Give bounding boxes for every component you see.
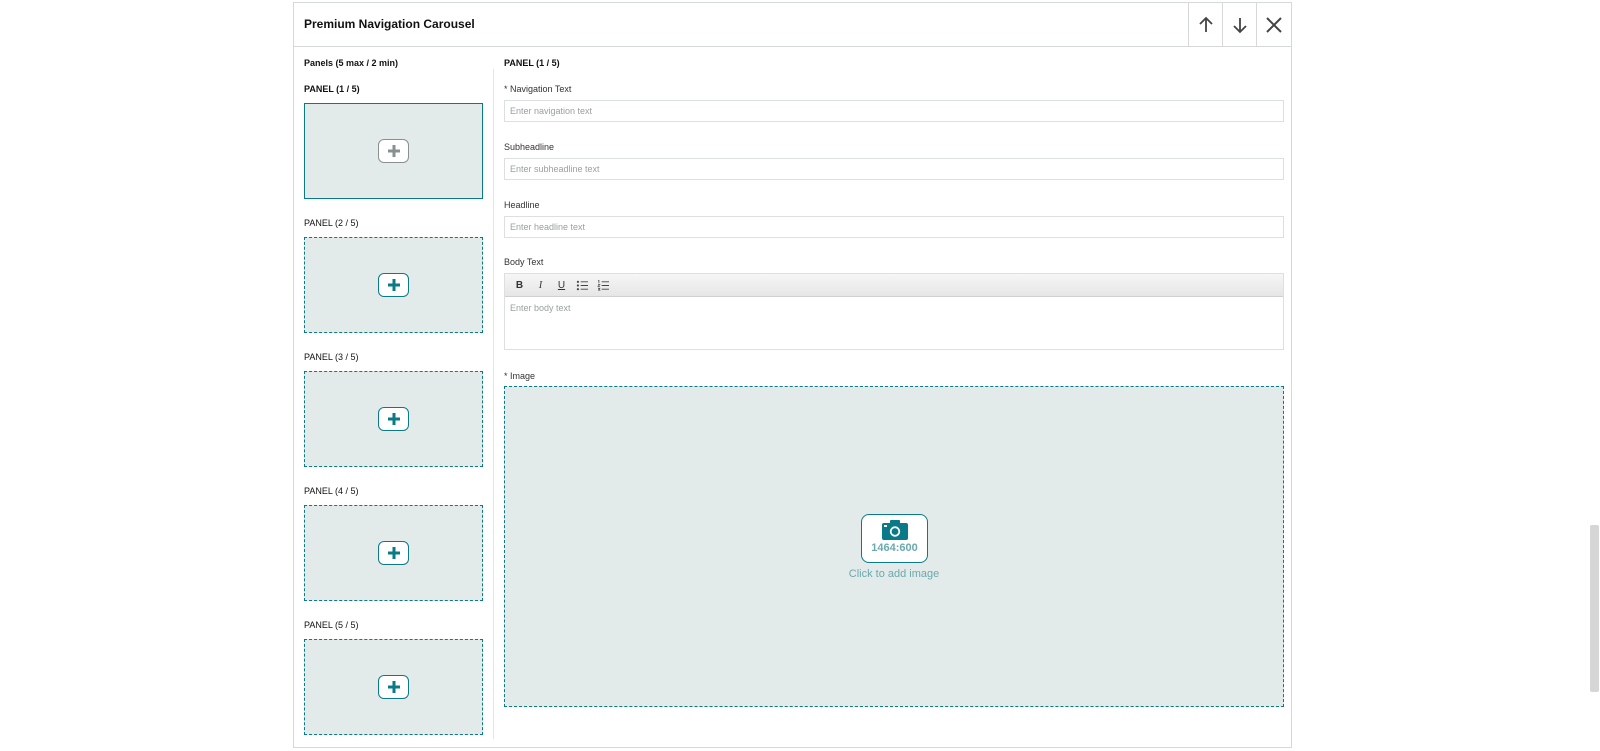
editor-heading: PANEL (1 / 5)	[504, 58, 560, 68]
panel-label-1: PANEL (1 / 5)	[304, 84, 360, 94]
panel-label-3: PANEL (3 / 5)	[304, 352, 359, 362]
image-dropzone[interactable]: 1464:600 Click to add image	[504, 386, 1284, 707]
premium-navigation-carousel-module: Premium Navigation Carousel Panels (5 ma…	[293, 2, 1292, 748]
panels-heading: Panels (5 max / 2 min)	[304, 58, 399, 68]
subheadline-label: Subheadline	[504, 142, 555, 152]
add-image-text: Click to add image	[848, 568, 940, 580]
navigation-text-input[interactable]	[504, 100, 1284, 122]
panel-label-5: PANEL (5 / 5)	[304, 620, 359, 630]
add-panel-5-button[interactable]	[378, 675, 409, 699]
body-text-input[interactable]: Enter body text	[505, 297, 1283, 319]
bold-button[interactable]: B	[511, 277, 528, 293]
headline-input[interactable]	[504, 216, 1284, 238]
close-button[interactable]	[1256, 3, 1291, 46]
camera-icon	[881, 520, 908, 540]
bullet-list-button[interactable]	[574, 277, 591, 293]
arrow-up-icon	[1199, 16, 1213, 32]
plus-icon	[387, 145, 400, 157]
arrow-down-icon	[1233, 17, 1247, 33]
subheadline-input[interactable]	[504, 158, 1284, 180]
underline-button[interactable]: U	[553, 277, 570, 293]
move-down-button[interactable]	[1222, 3, 1257, 46]
close-icon	[1266, 16, 1282, 33]
add-panel-1-button[interactable]	[378, 139, 409, 163]
numbered-list-icon	[597, 279, 609, 290]
module-title: Premium Navigation Carousel	[304, 17, 475, 31]
panel-label-2: PANEL (2 / 5)	[304, 218, 359, 228]
body-text-editor: B I U Enter body text	[504, 273, 1284, 350]
panel-thumb-4[interactable]	[304, 505, 483, 601]
panel-thumb-5[interactable]	[304, 639, 483, 735]
column-divider	[493, 69, 494, 739]
move-up-button[interactable]	[1188, 3, 1223, 46]
image-ratio: 1464:600	[871, 542, 918, 554]
plus-icon	[387, 547, 400, 559]
add-panel-3-button[interactable]	[378, 407, 409, 431]
panel-thumb-3[interactable]	[304, 371, 483, 467]
add-panel-2-button[interactable]	[378, 273, 409, 297]
plus-icon	[387, 681, 400, 693]
panel-thumb-1[interactable]	[304, 103, 483, 199]
image-upload-button[interactable]: 1464:600	[861, 514, 928, 563]
rich-text-toolbar: B I U	[505, 274, 1283, 297]
image-label: * Image	[504, 371, 536, 381]
plus-icon	[387, 413, 400, 425]
numbered-list-button[interactable]	[595, 277, 612, 293]
panel-thumb-2[interactable]	[304, 237, 483, 333]
body-text-label: Body Text	[504, 257, 544, 267]
panel-label-4: PANEL (4 / 5)	[304, 486, 359, 496]
add-panel-4-button[interactable]	[378, 541, 409, 565]
plus-icon	[387, 279, 400, 291]
italic-button[interactable]: I	[532, 277, 549, 293]
navigation-text-label: * Navigation Text	[504, 84, 572, 94]
bullet-list-icon	[576, 280, 588, 290]
page-scrollbar[interactable]	[1588, 0, 1600, 751]
scrollbar-thumb[interactable]	[1590, 525, 1599, 692]
headline-label: Headline	[504, 200, 540, 210]
module-header: Premium Navigation Carousel	[294, 3, 1291, 47]
